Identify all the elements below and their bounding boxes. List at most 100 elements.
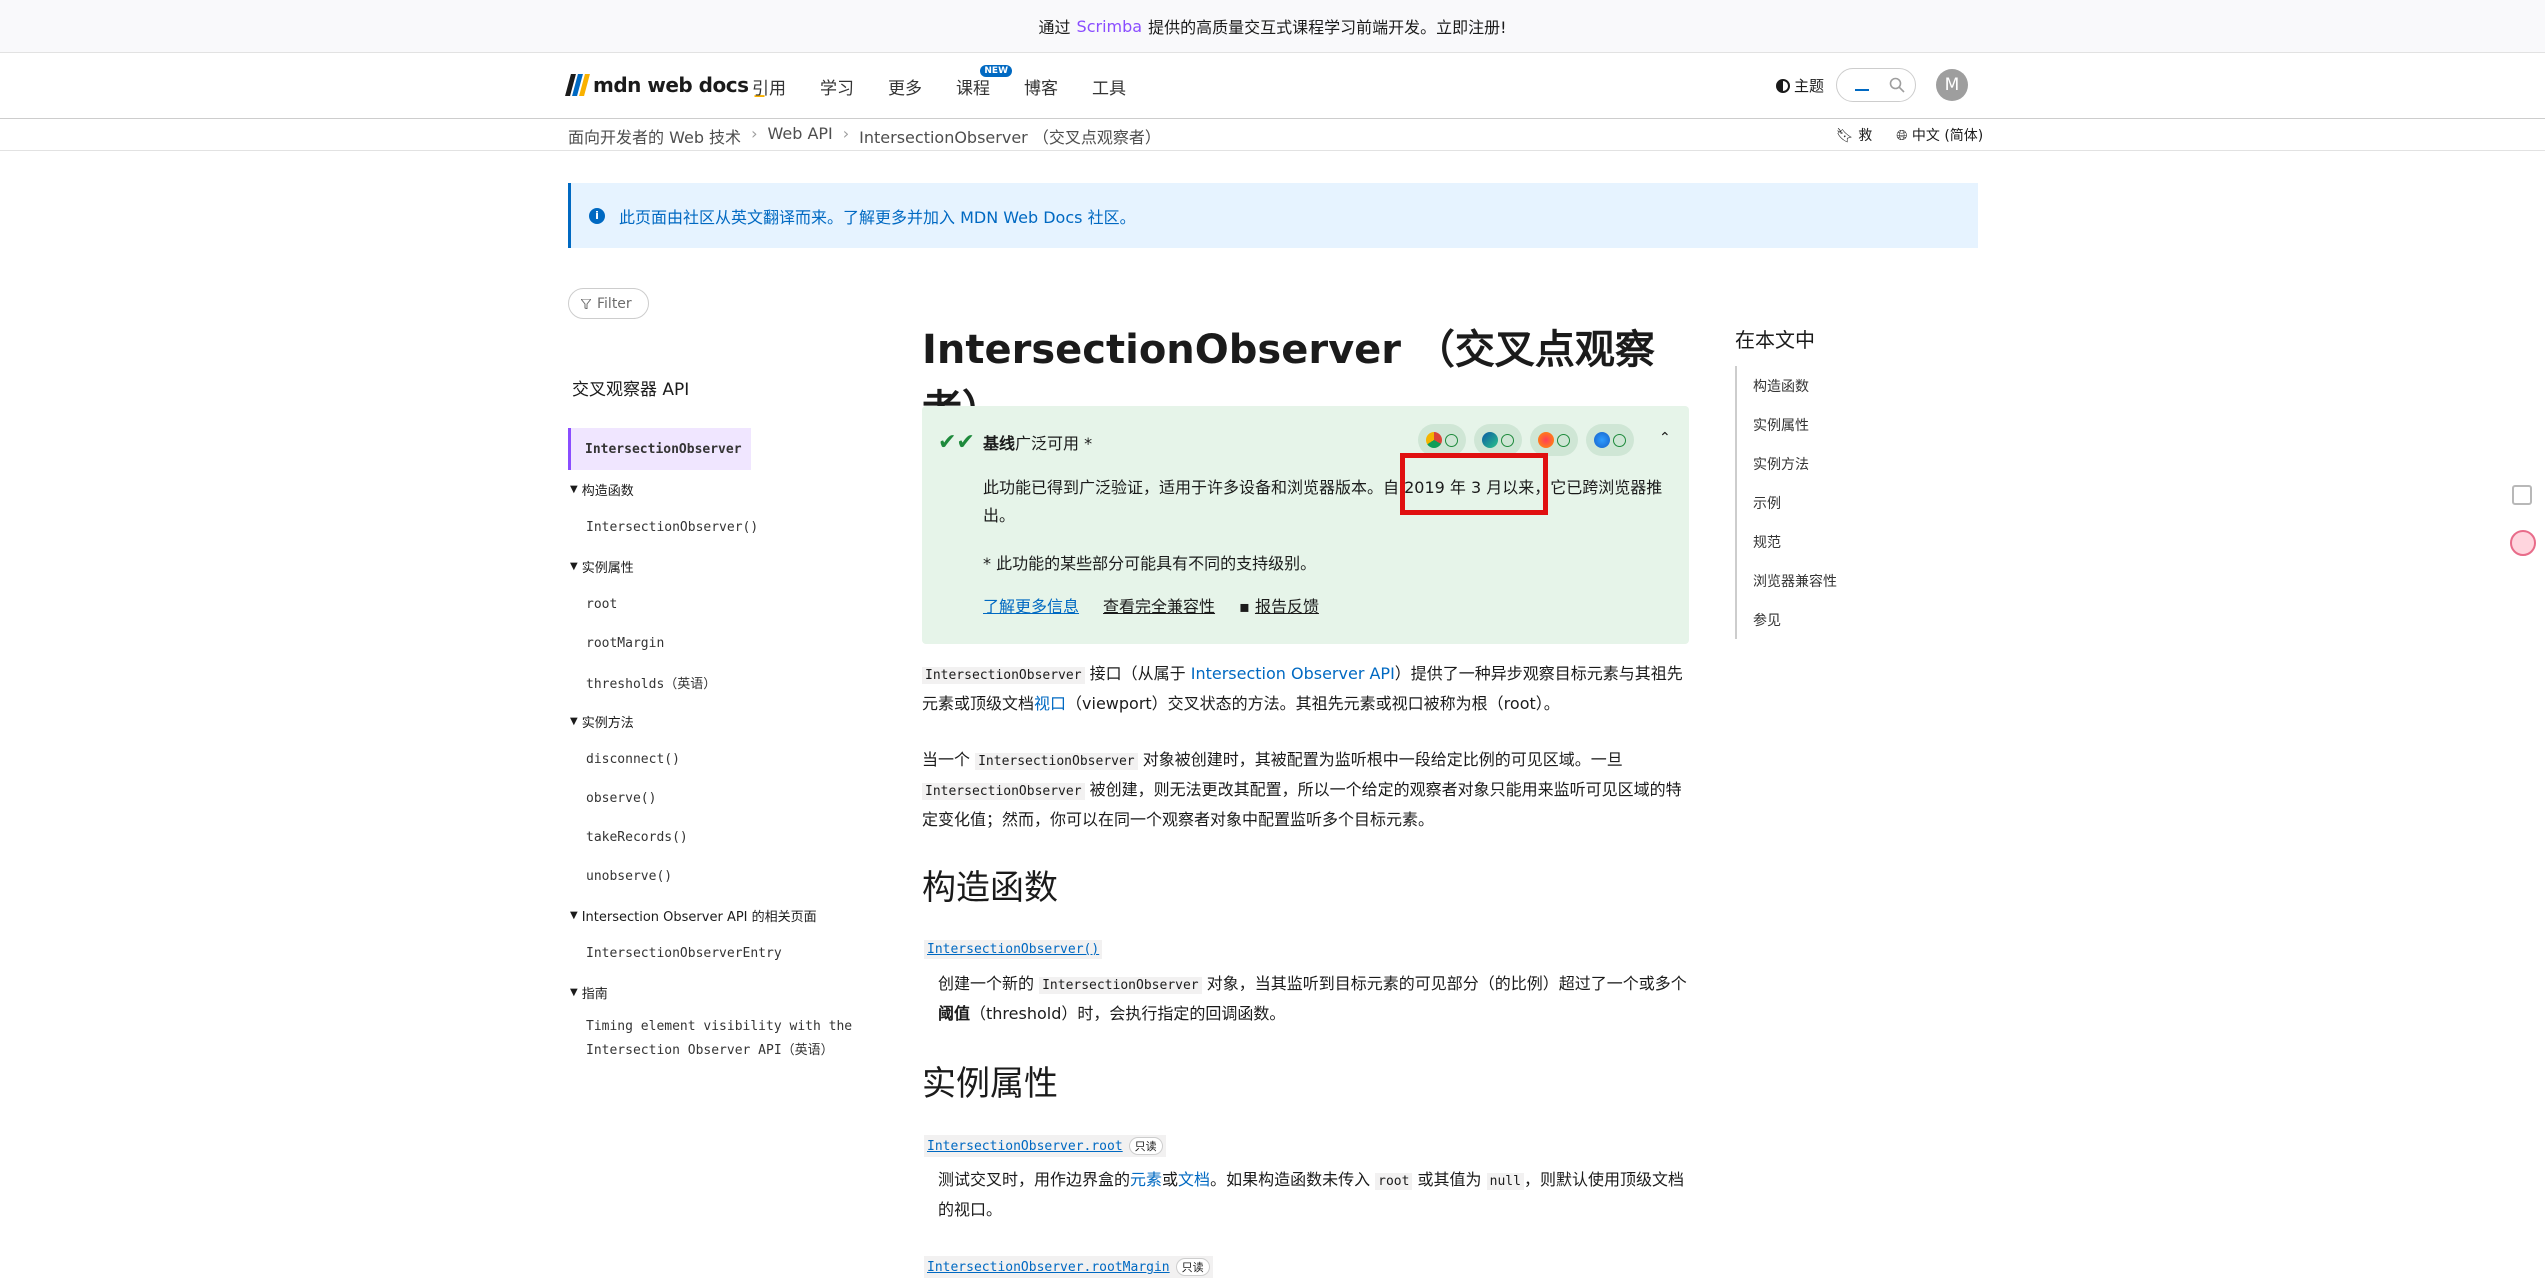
filter-placeholder: Filter — [597, 295, 632, 312]
sidebar-group-related[interactable]: Intersection Observer API 的相关页面 — [570, 896, 868, 934]
check-icon — [1445, 433, 1458, 447]
compat-link[interactable]: 查看完全兼容性 — [1103, 593, 1215, 617]
baseline-title: 基线广泛可用 * — [983, 434, 1093, 453]
sidebar-item-active[interactable]: IntersectionObserver — [568, 428, 751, 470]
nav-learn[interactable]: 学习 — [820, 74, 854, 99]
intro-paragraph: IntersectionObserver 接口（从属于 Intersection… — [922, 664, 1683, 713]
promo-banner[interactable]: 通过 Scrimba 提供的高质量交互式课程学习前端开发。立即注册! — [0, 0, 2545, 53]
banner-brand-link[interactable]: Scrimba — [1077, 17, 1143, 36]
toc-item[interactable]: 规范 — [1753, 522, 1837, 561]
chevron-up-icon[interactable]: ⌃ — [1659, 430, 1671, 446]
sidebar-nav: IntersectionObserver 构造函数 IntersectionOb… — [568, 428, 868, 1063]
sidebar-item[interactable]: disconnect() — [568, 740, 868, 779]
ctor-description: 创建一个新的 IntersectionObserver 对象，当其监听到目标元素… — [938, 974, 1687, 1023]
translation-notice: i 此页面由社区从英文翻译而来。了解更多并加入 MDN Web Docs 社区。 — [568, 183, 1978, 248]
logo-text: mdn web docs — [593, 73, 749, 97]
nav-reference[interactable]: 引用 — [752, 74, 786, 99]
toc-item[interactable]: 构造函数 — [1753, 366, 1837, 405]
nav-blog[interactable]: 博客 — [1024, 74, 1058, 99]
theme-icon — [1776, 78, 1790, 93]
baseline-description: 此功能已得到广泛验证，适用于许多设备和浏览器版本。自 2019 年 3 月以来，… — [983, 478, 1663, 525]
toc-item[interactable]: 实例方法 — [1753, 444, 1837, 483]
chevron-right-icon: › — [842, 124, 850, 143]
nav-more[interactable]: 更多 — [888, 74, 922, 99]
sidebar-group-properties[interactable]: 实例属性 — [570, 547, 868, 585]
filter-icon — [581, 298, 591, 309]
chrome-support — [1418, 424, 1466, 456]
intro-paragraph-2: 当一个 IntersectionObserver 对象被创建时，其被配置为监听根… — [922, 750, 1682, 829]
double-check-icon: ✔✔ — [938, 430, 975, 455]
learn-more-link[interactable]: 了解更多信息 — [983, 593, 1079, 617]
check-icon — [1501, 433, 1514, 447]
banner-pre: 通过 — [1038, 18, 1071, 37]
feedback-link[interactable]: ▪︎ 报告反馈 — [1239, 593, 1319, 617]
element-link[interactable]: 元素 — [1130, 1170, 1162, 1189]
document-link[interactable]: 文档 — [1178, 1170, 1210, 1189]
breadcrumb-item-web-tech[interactable]: 面向开发者的 Web 技术 — [568, 124, 741, 148]
safari-icon — [1594, 432, 1610, 448]
sidebar-item[interactable]: rootMargin — [568, 624, 868, 663]
ctor-term-link[interactable]: IntersectionObserver() — [924, 940, 1103, 959]
check-icon — [1613, 433, 1626, 447]
sidebar-item[interactable]: takeRecords() — [568, 818, 868, 857]
qr-code-icon[interactable] — [2512, 485, 2532, 505]
sidebar-filter-input[interactable]: Filter — [568, 288, 649, 319]
user-avatar[interactable]: M — [1936, 69, 1968, 101]
breadcrumb-item-current[interactable]: IntersectionObserver （交叉点观察者） — [859, 124, 1161, 148]
theme-switcher[interactable]: 主题 — [1776, 75, 1824, 96]
toc-item[interactable]: 参见 — [1753, 600, 1837, 639]
main-nav: 引用 学习 更多 课程 NEW 博客 工具 — [752, 65, 1126, 99]
save-button[interactable]: 🔖︎ 救 — [1836, 125, 1872, 145]
nav-courses[interactable]: 课程 NEW — [956, 65, 1012, 99]
root-term-link[interactable]: IntersectionObserver.root 只读 — [924, 1135, 1166, 1157]
nav-tools[interactable]: 工具 — [1092, 74, 1126, 99]
new-badge: NEW — [980, 65, 1012, 77]
viewport-link[interactable]: 视口 — [1034, 694, 1066, 713]
browser-support-icons — [1418, 424, 1634, 456]
sidebar-group-guides[interactable]: 指南 — [570, 973, 868, 1011]
sidebar-group-constructor[interactable]: 构造函数 — [570, 470, 868, 508]
notice-text[interactable]: 此页面由社区从英文翻译而来。了解更多并加入 MDN Web Docs 社区。 — [619, 204, 1136, 228]
banner-post: 提供的高质量交互式课程学习前端开发。立即注册! — [1148, 18, 1507, 37]
sidebar-item[interactable]: root — [568, 585, 868, 624]
breadcrumb: 面向开发者的 Web 技术 › Web API › IntersectionOb… — [568, 124, 1161, 148]
theme-label: 主题 — [1794, 77, 1825, 95]
page-tools: 🔖︎ 救 🌐︎ 中文 (简体) — [1836, 125, 1983, 145]
site-header: mdn web docs _ 引用 学习 更多 课程 NEW 博客 工具 主题 M — [0, 53, 2545, 119]
check-icon — [1557, 433, 1570, 447]
edge-icon — [1482, 432, 1498, 448]
search-button[interactable] — [1836, 68, 1916, 102]
sidebar-item[interactable]: observe() — [568, 779, 868, 818]
toc-item[interactable]: 实例属性 — [1753, 405, 1837, 444]
table-of-contents: 构造函数 实例属性 实例方法 示例 规范 浏览器兼容性 参见 — [1735, 366, 1837, 639]
api-link[interactable]: Intersection Observer API — [1191, 664, 1395, 683]
root-description: 测试交叉时，用作边界盒的元素或文档。如果构造函数未传入 root 或其值为 nu… — [938, 1170, 1684, 1219]
sidebar-group-methods[interactable]: 实例方法 — [570, 702, 868, 740]
sidebar-item[interactable]: thresholds（英语） — [568, 663, 868, 702]
chrome-icon — [1426, 432, 1442, 448]
highlight-annotation-box — [1400, 453, 1548, 515]
sidebar-title[interactable]: 交叉观察器 API — [572, 375, 689, 400]
safari-support — [1586, 424, 1634, 456]
sidebar-item[interactable]: Timing element visibility with the Inter… — [568, 1011, 858, 1063]
toc-item[interactable]: 示例 — [1753, 483, 1837, 522]
bookmark-icon: 🔖︎ — [1836, 128, 1854, 144]
sidebar-item[interactable]: unobserve() — [568, 857, 868, 896]
rootmargin-term-link[interactable]: IntersectionObserver.rootMargin 只读 — [924, 1256, 1213, 1278]
translate-extension-icon[interactable] — [2510, 530, 2536, 556]
baseline-box: ✔✔ 基线广泛可用 * ⌃ 此功能已得到广泛验证，适用于许多设备和浏览器版本。自… — [922, 406, 1689, 644]
readonly-badge: 只读 — [1175, 1258, 1210, 1276]
language-switcher[interactable]: 🌐︎ 中文 (简体) — [1896, 125, 1983, 145]
readonly-badge: 只读 — [1128, 1137, 1163, 1155]
chevron-right-icon: › — [751, 124, 758, 143]
mdn-logo[interactable]: mdn web docs _ — [565, 73, 764, 97]
baseline-note: * 此功能的某些部分可能具有不同的支持级别。 — [983, 554, 1317, 573]
section-heading-properties: 实例属性 — [922, 1064, 1058, 1104]
toc-item[interactable]: 浏览器兼容性 — [1753, 561, 1837, 600]
toc-title: 在本文中 — [1735, 328, 1815, 352]
breadcrumb-item-web-api[interactable]: Web API — [767, 124, 832, 148]
sidebar-item[interactable]: IntersectionObserverEntry — [568, 934, 868, 973]
breadcrumb-bar: 面向开发者的 Web 技术 › Web API › IntersectionOb… — [0, 119, 2545, 151]
sidebar-item[interactable]: IntersectionObserver() — [568, 508, 868, 547]
info-icon: i — [589, 207, 605, 224]
